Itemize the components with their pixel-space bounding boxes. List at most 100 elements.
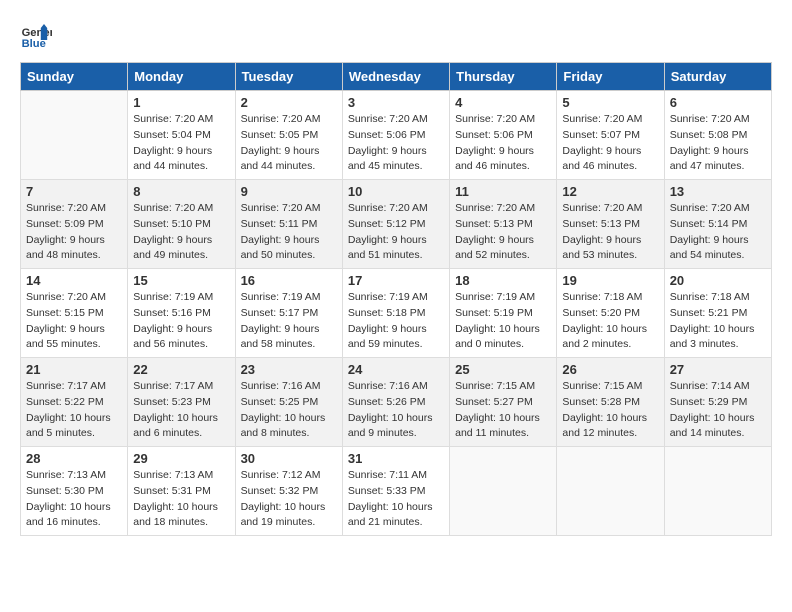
day-info: Sunrise: 7:18 AMSunset: 5:21 PMDaylight:…: [670, 290, 766, 353]
day-number: 8: [133, 184, 229, 199]
week-row-2: 14Sunrise: 7:20 AMSunset: 5:15 PMDayligh…: [21, 269, 772, 358]
calendar-cell: 9 Sunrise: 7:20 AMSunset: 5:11 PMDaylight…: [235, 180, 342, 269]
calendar-cell: 28 Sunrise: 7:13 AMSunset: 5:30 PMDayligh…: [21, 447, 128, 536]
calendar-cell: 2Sunrise: 7:20 AMSunset: 5:05 PMDaylight…: [235, 91, 342, 180]
calendar-cell: 1 Sunrise: 7:20 AMSunset: 5:04 PMDaylight…: [128, 91, 235, 180]
day-info: Sunrise: 7:17 AMSunset: 5:23 PMDaylight:…: [133, 379, 229, 442]
calendar-cell: 6 Sunrise: 7:20 AMSunset: 5:08 PMDaylight…: [664, 91, 771, 180]
day-number: 30: [241, 451, 337, 466]
calendar-cell: [557, 447, 664, 536]
day-info: Sunrise: 7:20 AMSunset: 5:06 PMDaylight:…: [348, 112, 444, 175]
logo: General Blue: [20, 20, 52, 52]
day-info: Sunrise: 7:18 AMSunset: 5:20 PMDaylight:…: [562, 290, 658, 353]
day-number: 12: [562, 184, 658, 199]
day-info: Sunrise: 7:20 AMSunset: 5:09 PMDaylight:…: [26, 201, 122, 264]
day-number: 17: [348, 273, 444, 288]
day-number: 10: [348, 184, 444, 199]
day-info: Sunrise: 7:20 AMSunset: 5:07 PMDaylight:…: [562, 112, 658, 175]
day-info: Sunrise: 7:12 AMSunset: 5:32 PMDaylight:…: [241, 468, 337, 531]
calendar-cell: 21 Sunrise: 7:17 AMSunset: 5:22 PMDayligh…: [21, 358, 128, 447]
day-info: Sunrise: 7:20 AMSunset: 5:13 PMDaylight:…: [562, 201, 658, 264]
weekday-header-monday: Monday: [128, 63, 235, 91]
calendar-cell: 18 Sunrise: 7:19 AMSunset: 5:19 PMDayligh…: [450, 269, 557, 358]
day-info: Sunrise: 7:19 AMSunset: 5:18 PMDaylight:…: [348, 290, 444, 353]
calendar-cell: 27 Sunrise: 7:14 AMSunset: 5:29 PMDayligh…: [664, 358, 771, 447]
week-row-3: 21 Sunrise: 7:17 AMSunset: 5:22 PMDayligh…: [21, 358, 772, 447]
calendar-cell: 25 Sunrise: 7:15 AMSunset: 5:27 PMDayligh…: [450, 358, 557, 447]
day-number: 25: [455, 362, 551, 377]
calendar-cell: 12 Sunrise: 7:20 AMSunset: 5:13 PMDayligh…: [557, 180, 664, 269]
day-info: Sunrise: 7:15 AMSunset: 5:27 PMDaylight:…: [455, 379, 551, 442]
calendar-cell: 11Sunrise: 7:20 AMSunset: 5:13 PMDayligh…: [450, 180, 557, 269]
day-info: Sunrise: 7:20 AMSunset: 5:14 PMDaylight:…: [670, 201, 766, 264]
calendar-cell: 20Sunrise: 7:18 AMSunset: 5:21 PMDayligh…: [664, 269, 771, 358]
day-number: 1: [133, 95, 229, 110]
day-number: 7: [26, 184, 122, 199]
day-number: 18: [455, 273, 551, 288]
calendar-cell: [21, 91, 128, 180]
day-info: Sunrise: 7:19 AMSunset: 5:19 PMDaylight:…: [455, 290, 551, 353]
calendar-cell: 13 Sunrise: 7:20 AMSunset: 5:14 PMDayligh…: [664, 180, 771, 269]
weekday-header-thursday: Thursday: [450, 63, 557, 91]
calendar-cell: [664, 447, 771, 536]
calendar-cell: 30 Sunrise: 7:12 AMSunset: 5:32 PMDayligh…: [235, 447, 342, 536]
day-number: 28: [26, 451, 122, 466]
day-number: 11: [455, 184, 551, 199]
day-number: 27: [670, 362, 766, 377]
calendar-cell: [450, 447, 557, 536]
day-info: Sunrise: 7:16 AMSunset: 5:26 PMDaylight:…: [348, 379, 444, 442]
day-number: 26: [562, 362, 658, 377]
day-number: 22: [133, 362, 229, 377]
day-info: Sunrise: 7:17 AMSunset: 5:22 PMDaylight:…: [26, 379, 122, 442]
day-info: Sunrise: 7:14 AMSunset: 5:29 PMDaylight:…: [670, 379, 766, 442]
calendar-cell: 26 Sunrise: 7:15 AMSunset: 5:28 PMDayligh…: [557, 358, 664, 447]
weekday-header-wednesday: Wednesday: [342, 63, 449, 91]
day-number: 21: [26, 362, 122, 377]
calendar-cell: 3 Sunrise: 7:20 AMSunset: 5:06 PMDaylight…: [342, 91, 449, 180]
weekday-header-friday: Friday: [557, 63, 664, 91]
calendar-cell: 31 Sunrise: 7:11 AMSunset: 5:33 PMDayligh…: [342, 447, 449, 536]
day-number: 31: [348, 451, 444, 466]
day-info: Sunrise: 7:20 AMSunset: 5:04 PMDaylight:…: [133, 112, 229, 175]
day-number: 3: [348, 95, 444, 110]
day-number: 29: [133, 451, 229, 466]
day-number: 13: [670, 184, 766, 199]
calendar-cell: 17 Sunrise: 7:19 AMSunset: 5:18 PMDayligh…: [342, 269, 449, 358]
weekday-header-tuesday: Tuesday: [235, 63, 342, 91]
calendar-cell: 29 Sunrise: 7:13 AMSunset: 5:31 PMDayligh…: [128, 447, 235, 536]
weekday-header-row: SundayMondayTuesdayWednesdayThursdayFrid…: [21, 63, 772, 91]
day-number: 9: [241, 184, 337, 199]
day-info: Sunrise: 7:15 AMSunset: 5:28 PMDaylight:…: [562, 379, 658, 442]
day-info: Sunrise: 7:19 AMSunset: 5:17 PMDaylight:…: [241, 290, 337, 353]
calendar-cell: 15 Sunrise: 7:19 AMSunset: 5:16 PMDayligh…: [128, 269, 235, 358]
calendar-cell: 19 Sunrise: 7:18 AMSunset: 5:20 PMDayligh…: [557, 269, 664, 358]
day-number: 15: [133, 273, 229, 288]
day-info: Sunrise: 7:20 AMSunset: 5:08 PMDaylight:…: [670, 112, 766, 175]
day-info: Sunrise: 7:20 AMSunset: 5:11 PMDaylight:…: [241, 201, 337, 264]
calendar-table: SundayMondayTuesdayWednesdayThursdayFrid…: [20, 62, 772, 536]
day-number: 6: [670, 95, 766, 110]
day-info: Sunrise: 7:19 AMSunset: 5:16 PMDaylight:…: [133, 290, 229, 353]
calendar-cell: 4 Sunrise: 7:20 AMSunset: 5:06 PMDaylight…: [450, 91, 557, 180]
day-number: 5: [562, 95, 658, 110]
day-number: 14: [26, 273, 122, 288]
svg-text:General: General: [22, 27, 52, 39]
weekday-header-sunday: Sunday: [21, 63, 128, 91]
day-info: Sunrise: 7:13 AMSunset: 5:31 PMDaylight:…: [133, 468, 229, 531]
day-info: Sunrise: 7:20 AMSunset: 5:06 PMDaylight:…: [455, 112, 551, 175]
week-row-4: 28 Sunrise: 7:13 AMSunset: 5:30 PMDayligh…: [21, 447, 772, 536]
day-info: Sunrise: 7:16 AMSunset: 5:25 PMDaylight:…: [241, 379, 337, 442]
day-number: 2: [241, 95, 337, 110]
calendar-cell: 10 Sunrise: 7:20 AMSunset: 5:12 PMDayligh…: [342, 180, 449, 269]
day-info: Sunrise: 7:13 AMSunset: 5:30 PMDaylight:…: [26, 468, 122, 531]
day-info: Sunrise: 7:11 AMSunset: 5:33 PMDaylight:…: [348, 468, 444, 531]
day-info: Sunrise: 7:20 AMSunset: 5:12 PMDaylight:…: [348, 201, 444, 264]
day-number: 16: [241, 273, 337, 288]
page-header: General Blue: [20, 20, 772, 52]
weekday-header-saturday: Saturday: [664, 63, 771, 91]
day-number: 19: [562, 273, 658, 288]
day-number: 23: [241, 362, 337, 377]
day-number: 4: [455, 95, 551, 110]
calendar-cell: 23 Sunrise: 7:16 AMSunset: 5:25 PMDayligh…: [235, 358, 342, 447]
day-info: Sunrise: 7:20 AMSunset: 5:10 PMDaylight:…: [133, 201, 229, 264]
